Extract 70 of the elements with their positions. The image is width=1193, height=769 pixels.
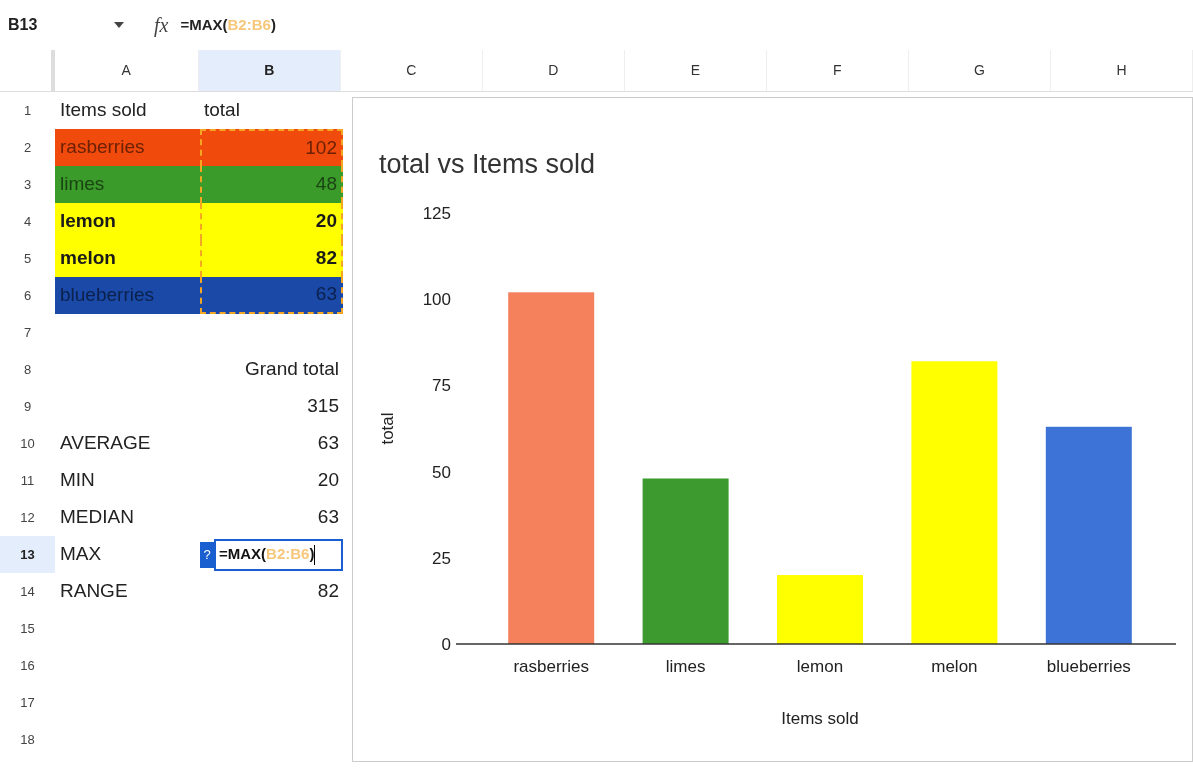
row-header[interactable]: 9: [0, 388, 55, 425]
table-cell-text: total: [203, 98, 241, 123]
y-tick-label: 125: [422, 204, 451, 223]
table-cell-text: MEDIAN: [59, 505, 135, 530]
x-axis-title: Items sold: [781, 709, 859, 728]
table-cell: melon: [55, 240, 200, 277]
row-header[interactable]: 2: [0, 129, 55, 166]
column-header[interactable]: E: [624, 50, 767, 91]
row-header[interactable]: 15: [0, 610, 55, 647]
column-header[interactable]: B: [198, 50, 341, 91]
table-cell-text: RANGE: [59, 579, 129, 604]
table-cell: 48: [200, 166, 343, 203]
formula-text: =MAX(B2:B6): [219, 544, 315, 565]
table-cell: 63: [200, 277, 343, 314]
column-header[interactable]: G: [908, 50, 1051, 91]
chart-title: total vs Items sold: [379, 149, 596, 179]
cell-editor[interactable]: =MAX(B2:B6): [214, 538, 343, 571]
table-cell-text: 315: [306, 394, 340, 419]
y-tick-label: 50: [432, 462, 451, 482]
row-header[interactable]: 17: [0, 684, 55, 721]
table-cell-text: 82: [316, 579, 340, 604]
column-header[interactable]: D: [482, 50, 625, 91]
row-header[interactable]: 5: [0, 240, 55, 277]
y-tick-label: 0: [441, 635, 451, 654]
table-cell: 102: [200, 129, 343, 166]
y-axis-title: total: [378, 412, 397, 445]
row-header[interactable]: 3: [0, 166, 55, 203]
row-header[interactable]: 4: [0, 203, 55, 240]
column-header[interactable]: A: [54, 50, 199, 91]
table-cell: limes: [55, 166, 200, 203]
table-cell-text: 63: [316, 431, 340, 456]
row-header[interactable]: 18: [0, 721, 55, 758]
row-header[interactable]: 8: [0, 351, 55, 388]
table-cell: blueberries: [55, 277, 200, 314]
row-header[interactable]: 11: [0, 462, 55, 499]
row-header[interactable]: 10: [0, 425, 55, 462]
table-cell-text: Items sold: [59, 98, 148, 123]
table-cell-text: MIN: [59, 468, 96, 493]
table-cell: rasberries: [55, 129, 200, 166]
table-cell: lemon: [55, 203, 200, 240]
function-icon: fx: [154, 10, 169, 40]
row-header[interactable]: 6: [0, 277, 55, 314]
column-header[interactable]: F: [766, 50, 909, 91]
x-tick-label: blueberries: [1046, 657, 1131, 676]
dropdown-caret-icon[interactable]: [114, 22, 124, 28]
x-tick-label: melon: [931, 657, 978, 676]
row-header[interactable]: 7: [0, 314, 55, 351]
table-cell-text: Grand total: [244, 357, 340, 382]
table-cell: 20: [200, 203, 343, 240]
column-header[interactable]: C: [340, 50, 483, 91]
row-header[interactable]: 16: [0, 647, 55, 684]
help-tab[interactable]: ?: [200, 541, 214, 568]
x-tick-label: rasberries: [513, 657, 589, 676]
column-header[interactable]: H: [1050, 50, 1193, 91]
y-tick-label: 100: [422, 290, 451, 310]
formula-bar-text: =MAX(B2:B6): [180, 15, 276, 33]
row-header[interactable]: 1: [0, 92, 55, 129]
y-tick-label: 25: [432, 548, 451, 568]
x-tick-label: limes: [665, 657, 706, 676]
name-box[interactable]: B13: [0, 13, 100, 37]
table-cell-text: 20: [316, 468, 340, 493]
table-cell: 82: [200, 240, 343, 277]
x-tick-label: lemon: [796, 657, 844, 676]
table-cell-text: AVERAGE: [59, 431, 152, 456]
row-header[interactable]: 13: [0, 536, 55, 573]
table-cell-text: MAX: [59, 542, 103, 567]
row-header[interactable]: 14: [0, 573, 55, 610]
y-tick-label: 75: [432, 376, 451, 396]
table-cell-text: 63: [316, 505, 340, 530]
row-header[interactable]: 12: [0, 499, 55, 536]
